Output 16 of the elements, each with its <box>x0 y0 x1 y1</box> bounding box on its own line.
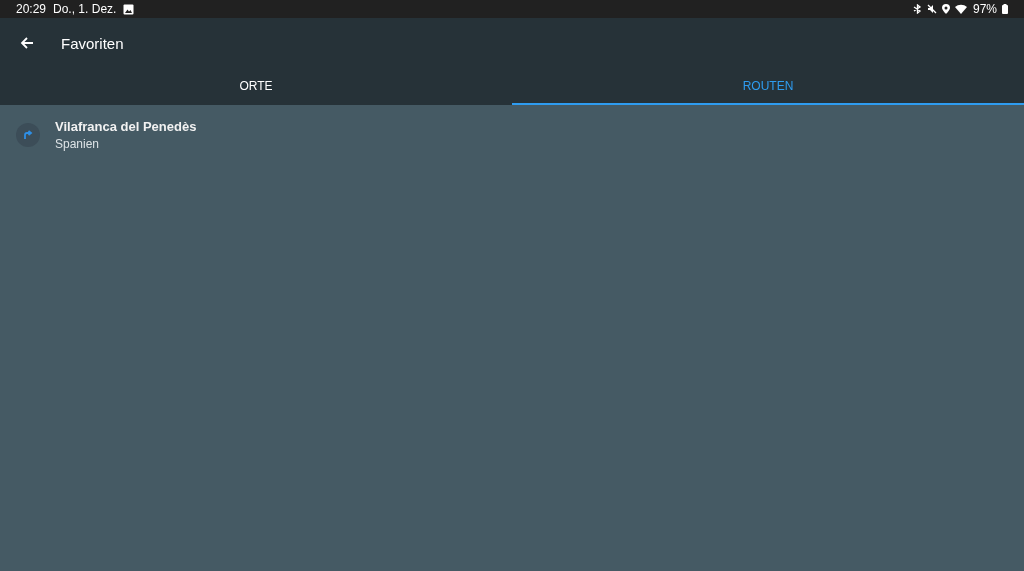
back-arrow-icon[interactable] <box>20 36 34 50</box>
bluetooth-icon <box>912 4 922 14</box>
tab[interactable]: ROUTEN <box>512 68 1024 105</box>
screen-title: Favoriten <box>61 34 124 52</box>
location-icon <box>941 4 950 14</box>
wifi-icon <box>954 4 968 14</box>
battery-percent: 97% <box>972 2 997 16</box>
battery-icon <box>1002 4 1008 14</box>
tab[interactable]: ORTE <box>0 68 512 105</box>
clock: 20:29 <box>16 2 47 16</box>
date: Do., 1. Dez. <box>53 2 117 16</box>
muted-speaker-icon <box>926 4 937 14</box>
route-country: Spanien <box>55 137 101 151</box>
route-turn-icon <box>16 123 40 147</box>
route-name[interactable]: Vilafranca del Penedès <box>55 119 197 134</box>
image-icon <box>123 3 135 15</box>
